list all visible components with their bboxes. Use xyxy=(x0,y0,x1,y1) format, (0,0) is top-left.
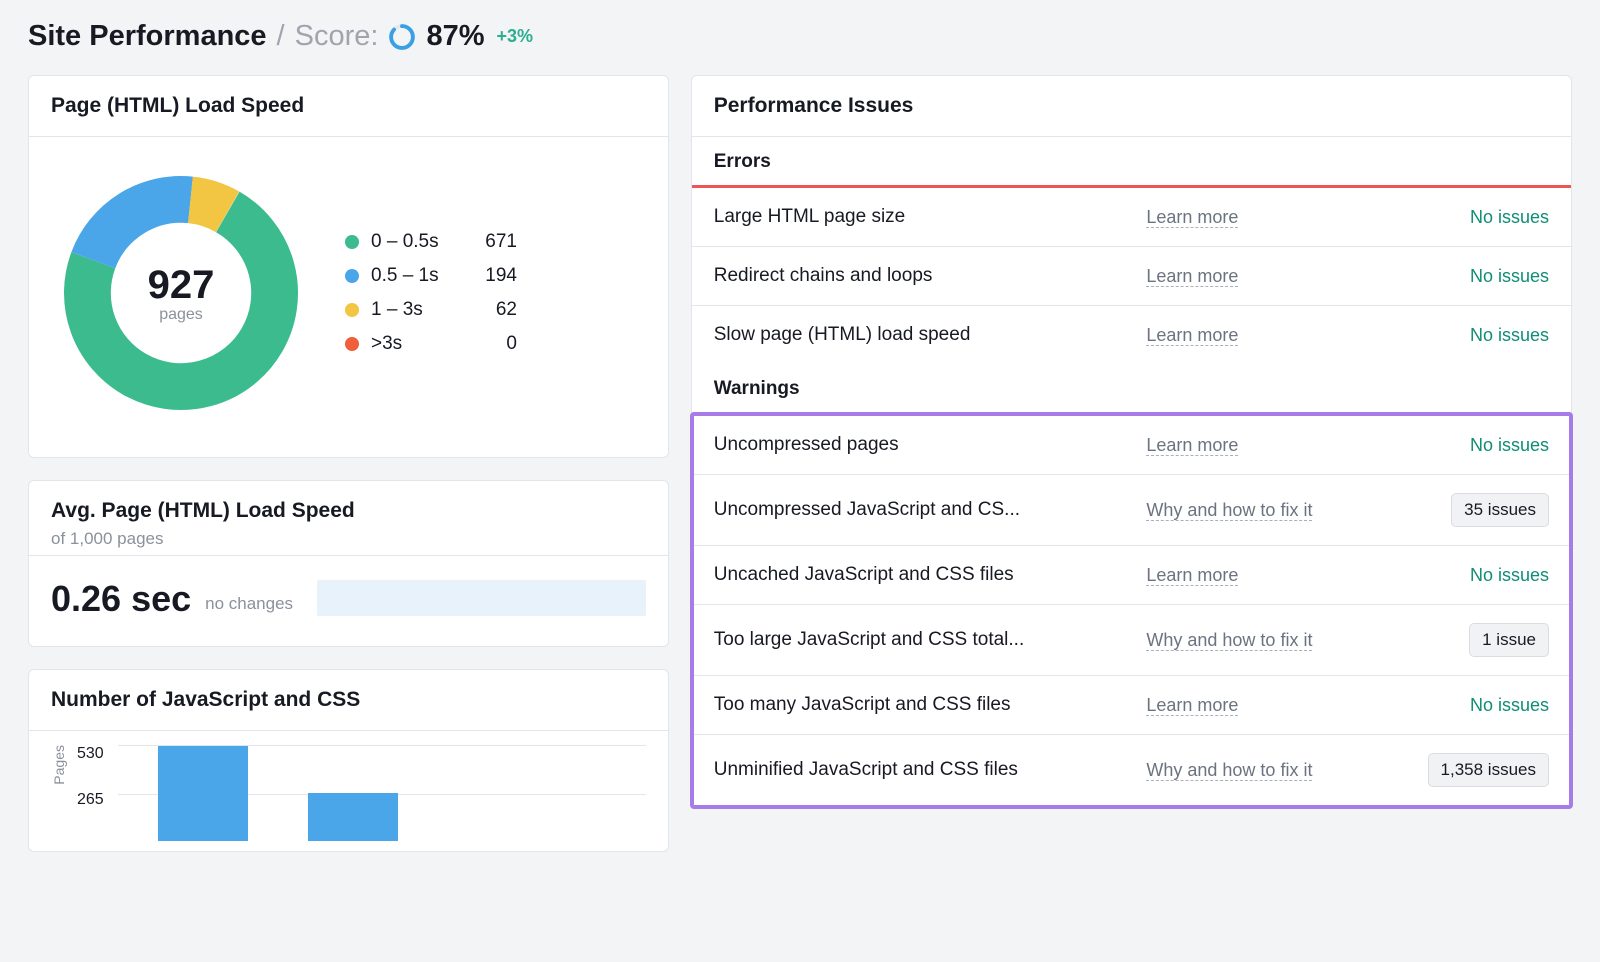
no-issues-label: No issues xyxy=(1470,695,1549,715)
legend-row: 0 – 0.5s 671 xyxy=(345,231,517,253)
warnings-highlight-box: Uncompressed pagesLearn moreNo issuesUnc… xyxy=(690,412,1573,809)
avg-speed-change: no changes xyxy=(205,594,293,614)
issue-help-link[interactable]: Learn more xyxy=(1146,266,1238,287)
jscss-title: Number of JavaScript and CSS xyxy=(51,688,646,712)
legend-value: 0 xyxy=(477,333,517,355)
issue-name: Unminified JavaScript and CSS files xyxy=(714,759,1084,781)
issue-help-link[interactable]: Learn more xyxy=(1146,207,1238,228)
issue-help-link[interactable]: Learn more xyxy=(1146,325,1238,346)
issue-help-link[interactable]: Learn more xyxy=(1146,435,1238,456)
issue-row: Redirect chains and loops Learn more No is… xyxy=(692,247,1571,306)
jscss-ytick: 265 xyxy=(77,791,104,809)
legend-label: 0 – 0.5s xyxy=(371,231,465,253)
issue-name: Large HTML page size xyxy=(714,206,1084,228)
issue-name: Uncached JavaScript and CSS files xyxy=(714,564,1084,586)
legend-row: 1 – 3s 62 xyxy=(345,299,517,321)
page-header: Site Performance / Score: 87% +3% xyxy=(28,20,1572,53)
avg-speed-card: Avg. Page (HTML) Load Speed of 1,000 pag… xyxy=(28,480,669,647)
issue-row: Uncompressed pages Learn more No issues xyxy=(694,416,1569,475)
legend-value: 671 xyxy=(477,231,517,253)
issue-help-link[interactable]: Learn more xyxy=(1146,695,1238,716)
page-title: Site Performance xyxy=(28,20,267,53)
warnings-section-label: Warnings xyxy=(692,364,1571,412)
chart-bar xyxy=(158,746,248,841)
chart-bar xyxy=(308,793,398,841)
issue-help-link[interactable]: Why and how to fix it xyxy=(1146,500,1312,521)
issue-help-link[interactable]: Why and how to fix it xyxy=(1146,760,1312,781)
issue-help-link[interactable]: Why and how to fix it xyxy=(1146,630,1312,651)
issue-name: Uncompressed pages xyxy=(714,434,1084,456)
issue-name: Uncompressed JavaScript and CS... xyxy=(714,499,1084,521)
no-issues-label: No issues xyxy=(1470,565,1549,585)
load-speed-title: Page (HTML) Load Speed xyxy=(51,94,646,118)
legend-value: 194 xyxy=(477,265,517,287)
score-ring-icon xyxy=(388,23,416,51)
avg-speed-sparkline xyxy=(317,580,646,616)
donut-chart: 927 pages xyxy=(51,163,311,423)
issue-row: Uncached JavaScript and CSS files Learn m… xyxy=(694,546,1569,605)
legend-swatch-icon xyxy=(345,303,359,317)
jscss-card: Number of JavaScript and CSS Pages 530 2… xyxy=(28,669,669,852)
legend-swatch-icon xyxy=(345,337,359,351)
donut-total-value: 927 xyxy=(148,263,215,308)
issue-row: Too many JavaScript and CSS files Learn m… xyxy=(694,676,1569,735)
jscss-yaxis-label: Pages xyxy=(51,745,67,785)
title-separator: / xyxy=(277,20,285,53)
issue-name: Too large JavaScript and CSS total... xyxy=(714,629,1084,651)
issue-count-badge[interactable]: 35 issues xyxy=(1451,493,1549,527)
avg-speed-title: Avg. Page (HTML) Load Speed xyxy=(51,499,646,523)
performance-issues-card: Performance Issues Errors Large HTML pag… xyxy=(691,75,1572,808)
issue-row: Unminified JavaScript and CSS files Why a… xyxy=(694,735,1569,805)
donut-total-label: pages xyxy=(159,306,203,324)
legend-swatch-icon xyxy=(345,269,359,283)
avg-speed-subtitle: of 1,000 pages xyxy=(51,529,646,549)
issue-row: Large HTML page size Learn more No issues xyxy=(692,188,1571,247)
issue-row: Too large JavaScript and CSS total... Why… xyxy=(694,605,1569,676)
legend-row: 0.5 – 1s 194 xyxy=(345,265,517,287)
legend-row: >3s 0 xyxy=(345,333,517,355)
issue-name: Redirect chains and loops xyxy=(714,265,1084,287)
no-issues-label: No issues xyxy=(1470,266,1549,286)
issue-count-badge[interactable]: 1 issue xyxy=(1469,623,1549,657)
jscss-ytick: 530 xyxy=(77,745,104,763)
issue-row: Slow page (HTML) load speed Learn more No … xyxy=(692,306,1571,364)
legend-label: 1 – 3s xyxy=(371,299,465,321)
avg-speed-value: 0.26 sec xyxy=(51,578,191,620)
jscss-bar-chart xyxy=(118,745,646,841)
legend-label: 0.5 – 1s xyxy=(371,265,465,287)
issue-row: Uncompressed JavaScript and CS... Why and… xyxy=(694,475,1569,546)
errors-section-label: Errors xyxy=(692,137,1571,185)
score-value: 87% xyxy=(426,20,484,53)
legend-label: >3s xyxy=(371,333,465,355)
issues-title: Performance Issues xyxy=(714,94,1549,118)
issue-name: Too many JavaScript and CSS files xyxy=(714,694,1084,716)
load-speed-card: Page (HTML) Load Speed 927 pages xyxy=(28,75,669,458)
legend-swatch-icon xyxy=(345,235,359,249)
issue-help-link[interactable]: Learn more xyxy=(1146,565,1238,586)
legend-value: 62 xyxy=(477,299,517,321)
score-delta: +3% xyxy=(496,26,533,47)
issue-count-badge[interactable]: 1,358 issues xyxy=(1428,753,1549,787)
donut-legend: 0 – 0.5s 671 0.5 – 1s 194 1 – 3s 62 xyxy=(345,231,517,355)
issue-name: Slow page (HTML) load speed xyxy=(714,324,1084,346)
no-issues-label: No issues xyxy=(1470,325,1549,345)
score-label: Score: xyxy=(295,20,379,53)
no-issues-label: No issues xyxy=(1470,207,1549,227)
no-issues-label: No issues xyxy=(1470,435,1549,455)
